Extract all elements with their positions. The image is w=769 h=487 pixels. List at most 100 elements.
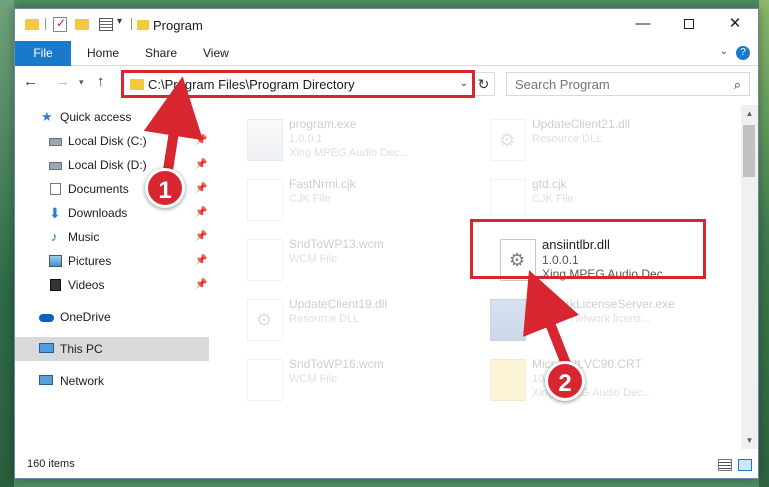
step-1-badge: 1 [145,168,185,208]
sidebar-item-label: This PC [60,342,103,356]
downloads-icon: ⬇ [49,205,61,221]
scroll-thumb[interactable] [743,125,755,177]
title-bar[interactable]: ▾ Program — ✕ [15,9,758,41]
sidebar-item-videos[interactable]: Videos 📌 [15,273,209,297]
sidebar-item-label: Local Disk (C:) [68,134,147,148]
file-description: ABBYY network licens... [532,313,651,325]
file-type: Resource DLL [289,313,360,325]
sidebar-item-quick-access[interactable]: ★ Quick access [15,105,209,129]
star-icon: ★ [41,109,53,124]
search-box[interactable]: ⌕ [506,72,750,96]
pin-icon[interactable]: 📌 [195,153,207,177]
pin-icon[interactable]: 📌 [195,201,207,225]
pin-icon[interactable]: 📌 [195,249,207,273]
toolbar-divider [45,18,46,30]
tab-view[interactable]: View [191,41,241,66]
maximize-button[interactable] [666,9,712,39]
folder-icon [490,359,526,401]
tiles-view-icon[interactable] [738,459,752,471]
file-type: CJK File [289,193,331,205]
file-name: UpdateClient19.dll [289,297,388,311]
step-2-badge: 2 [545,361,585,401]
file-name: UpdateClient21.dll [532,117,631,131]
list-item[interactable]: UpdateClient19.dll Resource DLL [237,295,477,351]
forward-arrow-icon[interactable]: → [55,73,70,90]
expand-ribbon-icon[interactable]: ⌄ [720,46,728,57]
list-item[interactable]: FastNrml.cjk CJK File [237,175,477,231]
back-arrow-icon[interactable]: ← [23,73,38,90]
chevron-down-icon[interactable]: ▾ [117,16,122,32]
tab-share[interactable]: Share [133,41,189,66]
pin-icon[interactable]: 📌 [195,273,207,297]
vertical-scrollbar[interactable]: ▲ ▼ [741,105,758,449]
file-type: CJK File [532,193,574,205]
recent-locations-icon[interactable]: ▾ [79,77,84,88]
file-name: program.exe [289,117,357,131]
sidebar-item-onedrive[interactable]: OneDrive [15,305,209,329]
file-name: NetworkLicenseServer.exe [532,297,675,311]
file-version: 1.0.0.1 [289,133,323,145]
properties-check-icon[interactable] [53,16,67,32]
minimize-button[interactable]: — [620,9,666,39]
details-view-icon[interactable] [718,459,732,471]
file-highlight-box [470,219,706,279]
desktop-background-left [0,0,14,487]
cloud-icon [39,314,54,322]
refresh-button[interactable]: ↻ [472,73,494,95]
file-type: WCM File [289,373,338,385]
list-item[interactable]: Microsoft.VC90.CRT 10/... Xing MPEG Audi… [480,355,720,411]
exe-icon [247,119,283,161]
sidebar-item-downloads[interactable]: ⬇ Downloads 📌 [15,201,209,225]
navigation-bar: ← → ▾ ↑ C:\Program Files\Program Directo… [15,67,758,100]
sidebar-item-this-pc[interactable]: This PC [15,337,209,361]
list-item[interactable]: program.exe 1.0.0.1 Xing MPEG Audio Dec.… [237,115,477,171]
close-button[interactable]: ✕ [712,9,758,39]
pin-icon[interactable]: 📌 [195,129,207,153]
list-item[interactable]: NetworkLicenseServer.exe ABBYY network l… [480,295,720,351]
search-icon[interactable]: ⌕ [734,77,741,93]
music-icon: ♪ [51,229,58,244]
dll-icon [490,119,526,161]
sidebar-item-label: OneDrive [60,310,111,324]
network-icon [39,375,53,385]
file-type: Resource DLL [532,133,603,145]
search-input[interactable] [515,74,725,94]
file-icon [247,179,283,221]
toolbar-divider [131,18,132,30]
tab-home[interactable]: Home [75,41,131,66]
sidebar-item-local-disk-d[interactable]: Local Disk (D:) 📌 [15,153,209,177]
pin-icon[interactable]: 📌 [195,225,207,249]
sidebar-item-local-disk-c[interactable]: Local Disk (C:) 📌 [15,129,209,153]
scroll-up-icon[interactable]: ▲ [741,105,758,122]
dll-icon [247,299,283,341]
maximize-icon [684,19,694,30]
sidebar-item-label: Local Disk (D:) [68,158,147,172]
pictures-icon [49,255,62,267]
sidebar-item-music[interactable]: ♪ Music 📌 [15,225,209,249]
sidebar-item-label: Quick access [60,110,132,124]
list-item[interactable]: UpdateClient21.dll Resource DLL [480,115,720,171]
list-item[interactable]: SndToWP13.wcm WCM File [237,235,477,291]
sidebar-item-label: Downloads [68,206,128,220]
address-highlight-box [121,70,475,98]
file-icon [247,359,283,401]
tab-file[interactable]: File [15,41,71,66]
disk-icon [49,138,62,146]
scroll-down-icon[interactable]: ▼ [741,432,758,449]
sidebar-item-label: Videos [68,278,105,292]
sidebar-item-label: Documents [68,182,129,196]
customize-icon[interactable] [99,18,113,31]
computer-icon [39,343,54,353]
file-type: WCM File [289,253,338,265]
file-name: SndToWP16.wcm [289,357,384,371]
sidebar-item-pictures[interactable]: Pictures 📌 [15,249,209,273]
new-folder-icon[interactable] [75,19,89,30]
help-button[interactable]: ? [736,46,750,60]
up-arrow-icon[interactable]: ↑ [97,73,105,90]
window-title: Program [153,18,203,33]
sidebar-item-network[interactable]: Network [15,369,209,393]
navigation-pane: ★ Quick access Local Disk (C:) 📌 Local D… [15,105,211,445]
status-bar: 160 items [15,452,758,478]
pin-icon[interactable]: 📌 [195,177,207,201]
list-item[interactable]: SndToWP16.wcm WCM File [237,355,477,411]
